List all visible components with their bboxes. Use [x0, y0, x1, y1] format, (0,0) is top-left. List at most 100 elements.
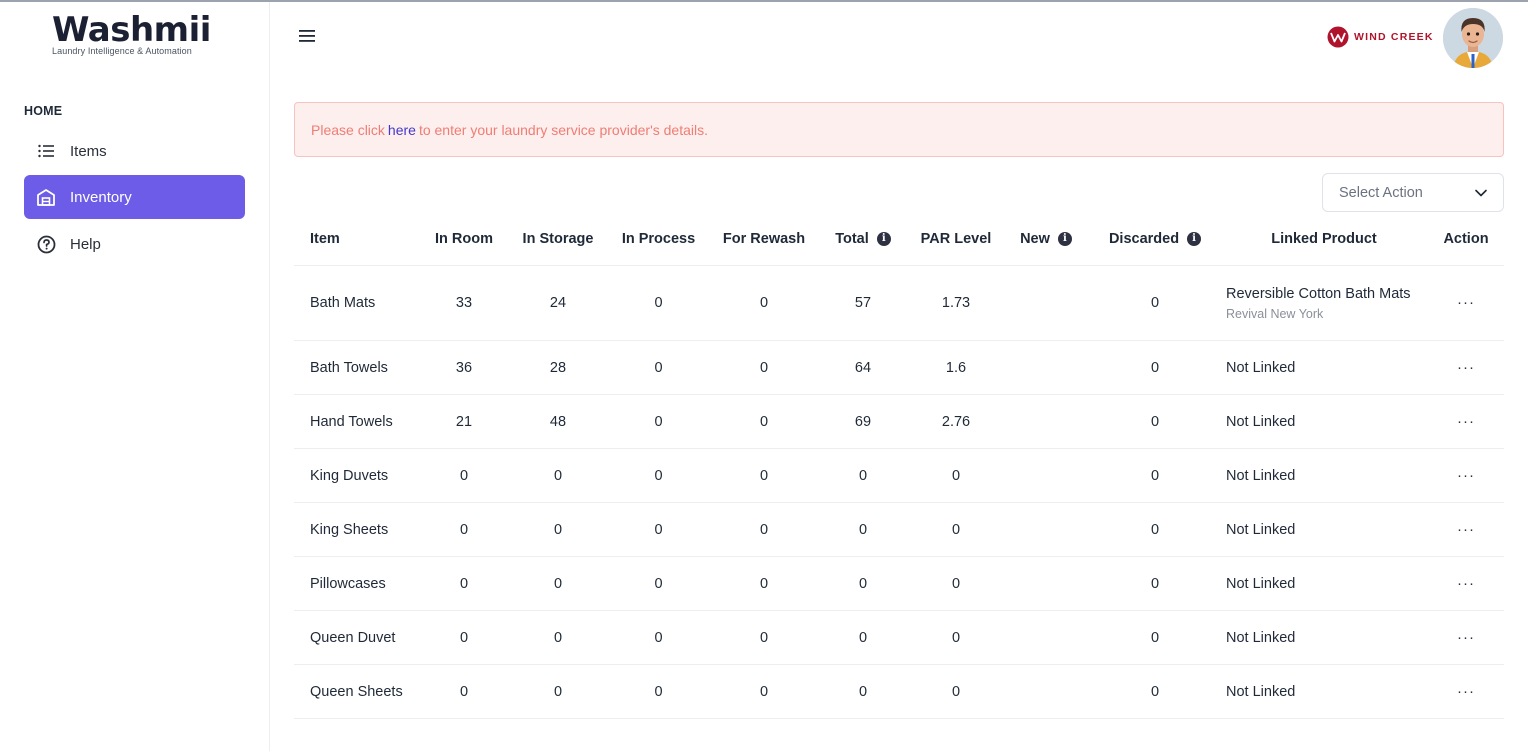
sidebar-item-label: Inventory [70, 188, 132, 206]
header-total-label: Total [835, 230, 869, 247]
wind-creek-logo-icon [1327, 26, 1349, 48]
linked-product-name: Reversible Cotton Bath Mats [1226, 285, 1411, 302]
cell-par-level: 1.6 [945, 359, 967, 376]
table-row[interactable]: King Sheets 0 0 0 0 0 0 0 Not Linked ··· [294, 503, 1504, 557]
cell-linked-product: Not Linked [1226, 665, 1456, 718]
cell-for-rewash: 0 [759, 467, 769, 484]
cell-for-rewash: 0 [759, 295, 769, 311]
header-linked-product[interactable]: Linked Product [1224, 212, 1424, 265]
header-in-storage[interactable]: In Storage [518, 212, 598, 265]
cell-action: ··· [1434, 503, 1498, 556]
more-options-icon[interactable]: ··· [1457, 576, 1475, 591]
table-row[interactable]: Bath Towels 36 28 0 0 64 1.6 0 Not Linke… [294, 341, 1504, 395]
cell-item: Queen Duvet [310, 629, 396, 646]
cell-in-room: 0 [459, 521, 469, 538]
header-for-rewash[interactable]: For Rewash [719, 212, 809, 265]
cell-in-storage: 28 [549, 359, 567, 376]
header-discarded[interactable]: Discarded i [1106, 212, 1204, 265]
more-options-icon[interactable]: ··· [1457, 414, 1475, 429]
cell-new [1014, 341, 1078, 394]
header-discarded-label: Discarded [1108, 230, 1180, 247]
linked-product-name: Not Linked [1226, 467, 1296, 484]
header-new-label: New [1020, 230, 1050, 247]
cell-new [1014, 266, 1078, 340]
cell-total: 57 [854, 295, 872, 311]
cell-for-rewash: 0 [759, 359, 769, 376]
cell-new [1014, 665, 1078, 718]
cell-item: Pillowcases [310, 575, 386, 592]
sidebar-item-items[interactable]: Items [24, 129, 245, 173]
cell-linked-product: Not Linked [1226, 503, 1456, 556]
list-icon [36, 141, 56, 161]
cell-in-room: 0 [459, 683, 469, 700]
more-options-icon[interactable]: ··· [1457, 295, 1475, 310]
cell-new [1014, 449, 1078, 502]
menu-toggle-button[interactable] [298, 28, 318, 48]
sidebar-item-help[interactable]: Help [24, 222, 245, 266]
table-row[interactable]: Queen Duvet 0 0 0 0 0 0 0 Not Linked ··· [294, 611, 1504, 665]
alert-here-link[interactable]: here [388, 122, 416, 138]
more-options-icon[interactable]: ··· [1457, 468, 1475, 483]
linked-product-name: Not Linked [1226, 521, 1296, 538]
linked-product-name: Not Linked [1226, 413, 1296, 430]
cell-in-storage: 0 [553, 575, 563, 592]
cell-in-storage: 0 [553, 467, 563, 484]
cell-in-process: 0 [654, 413, 663, 430]
cell-action: ··· [1434, 665, 1498, 718]
info-icon[interactable]: i [1187, 231, 1202, 246]
more-options-icon[interactable]: ··· [1457, 630, 1475, 645]
more-options-icon[interactable]: ··· [1457, 684, 1475, 699]
cell-in-room: 0 [459, 629, 469, 646]
header-in-process[interactable]: In Process [616, 212, 701, 265]
provider-details-alert: Please click here to enter your laundry … [294, 102, 1504, 157]
table-row[interactable]: Bath Mats 33 24 0 0 57 1.73 0 Reversible… [294, 266, 1504, 341]
cell-discarded: 0 [1150, 575, 1160, 592]
header-in-room[interactable]: In Room [424, 212, 504, 265]
cell-linked-product: Not Linked [1226, 395, 1456, 448]
cell-par-level: 1.73 [941, 295, 971, 311]
cell-item: King Duvets [310, 467, 389, 484]
cell-new [1014, 611, 1078, 664]
cell-item: Hand Towels [310, 413, 393, 430]
select-action-dropdown[interactable]: Select Action [1322, 173, 1504, 212]
cell-in-process: 0 [654, 521, 663, 538]
table-body: Bath Mats 33 24 0 0 57 1.73 0 Reversible… [294, 266, 1504, 719]
cell-in-storage: 0 [553, 521, 563, 538]
avatar-icon [1443, 8, 1503, 68]
table-row[interactable]: King Duvets 0 0 0 0 0 0 0 Not Linked ··· [294, 449, 1504, 503]
cell-discarded: 0 [1150, 683, 1160, 700]
cell-linked-product: Not Linked [1226, 611, 1456, 664]
table-header-row: Item In Room In Storage In Process For R… [294, 212, 1504, 266]
table-row[interactable]: Hand Towels 21 48 0 0 69 2.76 0 Not Link… [294, 395, 1504, 449]
more-options-icon[interactable]: ··· [1457, 360, 1475, 375]
brand-logo: WIND CREEK [1327, 26, 1434, 48]
sidebar: Washmii Laundry Intelligence & Automatio… [0, 2, 270, 751]
select-action-label: Select Action [1339, 184, 1423, 201]
sidebar-item-label: Items [70, 142, 107, 160]
table-row[interactable]: Pillowcases 0 0 0 0 0 0 0 Not Linked ··· [294, 557, 1504, 611]
alert-text-post: to enter your laundry service provider's… [418, 121, 708, 138]
cell-par-level: 2.76 [941, 413, 971, 430]
help-circle-icon [36, 234, 56, 254]
logo[interactable]: Washmii Laundry Intelligence & Automatio… [52, 12, 212, 56]
sidebar-item-label: Help [70, 235, 101, 253]
header-total[interactable]: Total i [828, 212, 898, 265]
cell-discarded: 0 [1150, 629, 1160, 646]
user-avatar[interactable] [1443, 8, 1503, 68]
linked-product-name: Not Linked [1226, 359, 1296, 376]
info-icon[interactable]: i [876, 231, 891, 246]
table-row[interactable]: Queen Sheets 0 0 0 0 0 0 0 Not Linked ··… [294, 665, 1504, 719]
header-item[interactable]: Item [310, 212, 340, 265]
sidebar-item-inventory[interactable]: Inventory [24, 175, 245, 219]
header-new[interactable]: New i [1014, 212, 1078, 265]
more-options-icon[interactable]: ··· [1457, 522, 1475, 537]
cell-in-storage: 0 [553, 683, 563, 700]
cell-discarded: 0 [1150, 295, 1160, 311]
info-icon[interactable]: i [1057, 231, 1072, 246]
cell-in-process: 0 [654, 295, 663, 311]
cell-in-process: 0 [654, 359, 663, 376]
header-par-level[interactable]: PAR Level [916, 212, 996, 265]
header-action: Action [1443, 230, 1489, 247]
cell-item: Bath Towels [310, 359, 388, 376]
linked-product-name: Not Linked [1226, 629, 1296, 646]
